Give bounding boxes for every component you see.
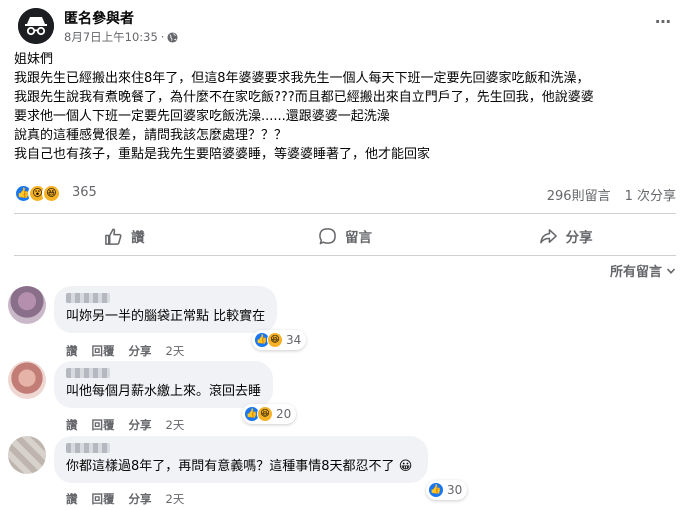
commenter-avatar[interactable] (8, 286, 46, 324)
comment-share-link[interactable]: 分享 (129, 343, 152, 359)
share-count[interactable]: 1 次分享 (625, 185, 676, 204)
comment-like-link[interactable]: 讚 (66, 417, 78, 433)
share-label: 分享 (565, 230, 593, 246)
comment-bubble: 叫他每個月薪水繳上來。滾回去睡 (54, 361, 274, 408)
globe-icon (167, 31, 178, 43)
post-line: 我跟先生說我有煮晚餐了，為什麼不在家吃飯???而且都已經搬出來自立門戶了，先生回… (14, 90, 594, 105)
comment-reply-link[interactable]: 回覆 (92, 343, 115, 359)
comment-text-content: 你都這樣過8年了，再問有意義嗎？這種事情8天都忍不了 (66, 459, 395, 474)
post-body: 姐妹們 我跟先生已經搬出來住8年了，但這8年婆婆要求我先生一個人每天下班一定要先… (14, 50, 676, 164)
comment-reactions[interactable]: 👍 😆 34 (252, 330, 307, 350)
post-line: 姐妹們 (14, 52, 54, 67)
chevron-down-icon (666, 267, 676, 274)
comment-icon (319, 227, 336, 244)
comment-time[interactable]: 2天 (166, 417, 185, 433)
comment-text: 叫他每個月薪水繳上來。滾回去睡 (66, 384, 262, 399)
commenter-name-redacted[interactable] (66, 293, 110, 303)
like-label: 讚 (131, 230, 145, 246)
more-options-icon[interactable]: ⋯ (655, 12, 672, 31)
post-actions: 讚 留言 分享 (14, 220, 676, 252)
comment-time[interactable]: 2天 (166, 491, 185, 507)
comment-actions: 讚 回覆 分享 2天 (66, 343, 184, 359)
haha-reaction-icon: 😆 (42, 184, 61, 203)
comment-reaction-count: 34 (286, 333, 302, 347)
commenter-avatar[interactable] (8, 436, 46, 474)
post-header: 匿名參與者 8月7日上午10:35 · ⋯ (14, 4, 676, 44)
thumbs-up-icon (105, 228, 122, 245)
reactions-bar: 👍 😮 😆 365 296則留言 1 次分享 (14, 183, 676, 205)
comment-share-link[interactable]: 分享 (129, 417, 152, 433)
comment-label: 留言 (345, 230, 372, 246)
comment-sort-dropdown[interactable]: 所有留言 (610, 261, 676, 280)
share-arrow-icon (539, 228, 557, 243)
share-button[interactable]: 分享 (455, 220, 676, 252)
comment-text: 你都這樣過8年了，再問有意義嗎？這種事情8天都忍不了 😀 (66, 458, 412, 475)
post-timestamp[interactable]: 8月7日上午10:35 (64, 29, 158, 45)
comment-bubble: 你都這樣過8年了，再問有意義嗎？這種事情8天都忍不了 😀 (54, 436, 429, 483)
commenter-name-redacted[interactable] (66, 443, 110, 453)
reaction-icons[interactable]: 👍 😮 😆 (14, 184, 61, 203)
post-line: 說真的這種感覺很差，請問我該怎麼處理？？？ (14, 128, 288, 143)
grin-emoji-icon: 😀 (398, 459, 413, 474)
comment-bubble: 叫妳另一半的腦袋正常點 比較實在 (54, 286, 278, 333)
like-button[interactable]: 讚 (14, 220, 235, 252)
post-line: 我跟先生已經搬出來住8年了，但這8年婆婆要求我先生一個人每天下班一定要先回婆家吃… (14, 71, 590, 86)
commenter-avatar[interactable] (8, 361, 46, 399)
commenter-name-redacted[interactable] (66, 368, 110, 378)
divider (14, 255, 676, 256)
comment-reactions[interactable]: 👍 😆 20 (242, 404, 297, 424)
comment-reaction-count: 30 (447, 483, 463, 497)
reaction-count[interactable]: 365 (72, 185, 97, 200)
comment-actions: 讚 回覆 分享 2天 (66, 417, 184, 433)
comment-share-link[interactable]: 分享 (129, 491, 152, 507)
anonymous-avatar[interactable] (18, 8, 54, 44)
comment-reaction-count: 20 (276, 407, 292, 421)
post-meta: 8月7日上午10:35 · (64, 29, 178, 45)
comment-reply-link[interactable]: 回覆 (92, 417, 115, 433)
post-line: 我自己也有孩子，重點是我先生要陪婆婆睡，等婆婆睡著了，他才能回家 (14, 147, 431, 162)
comment-text: 叫妳另一半的腦袋正常點 比較實在 (66, 309, 266, 324)
incognito-icon (18, 8, 54, 44)
comment-reactions[interactable]: 👍 30 (426, 480, 468, 500)
comment-like-link[interactable]: 讚 (66, 343, 78, 359)
post-stats: 296則留言 1 次分享 (547, 185, 676, 204)
haha-reaction-icon: 😆 (267, 332, 283, 348)
like-reaction-icon: 👍 (428, 482, 444, 498)
comment-button[interactable]: 留言 (235, 220, 456, 252)
meta-separator: · (160, 30, 165, 44)
comment-reply-link[interactable]: 回覆 (92, 491, 115, 507)
comment-time[interactable]: 2天 (166, 343, 185, 359)
post-line: 要求他一個人下班一定要先回婆家吃飯洗澡......還跟婆婆一起洗澡 (14, 109, 390, 124)
comment-like-link[interactable]: 讚 (66, 491, 78, 507)
comment-count[interactable]: 296則留言 (547, 185, 611, 204)
comment-actions: 讚 回覆 分享 2天 (66, 491, 184, 507)
comment-sort-label: 所有留言 (609, 265, 662, 280)
divider (14, 213, 676, 214)
haha-reaction-icon: 😆 (257, 406, 273, 422)
post-author[interactable]: 匿名參與者 (64, 8, 134, 28)
